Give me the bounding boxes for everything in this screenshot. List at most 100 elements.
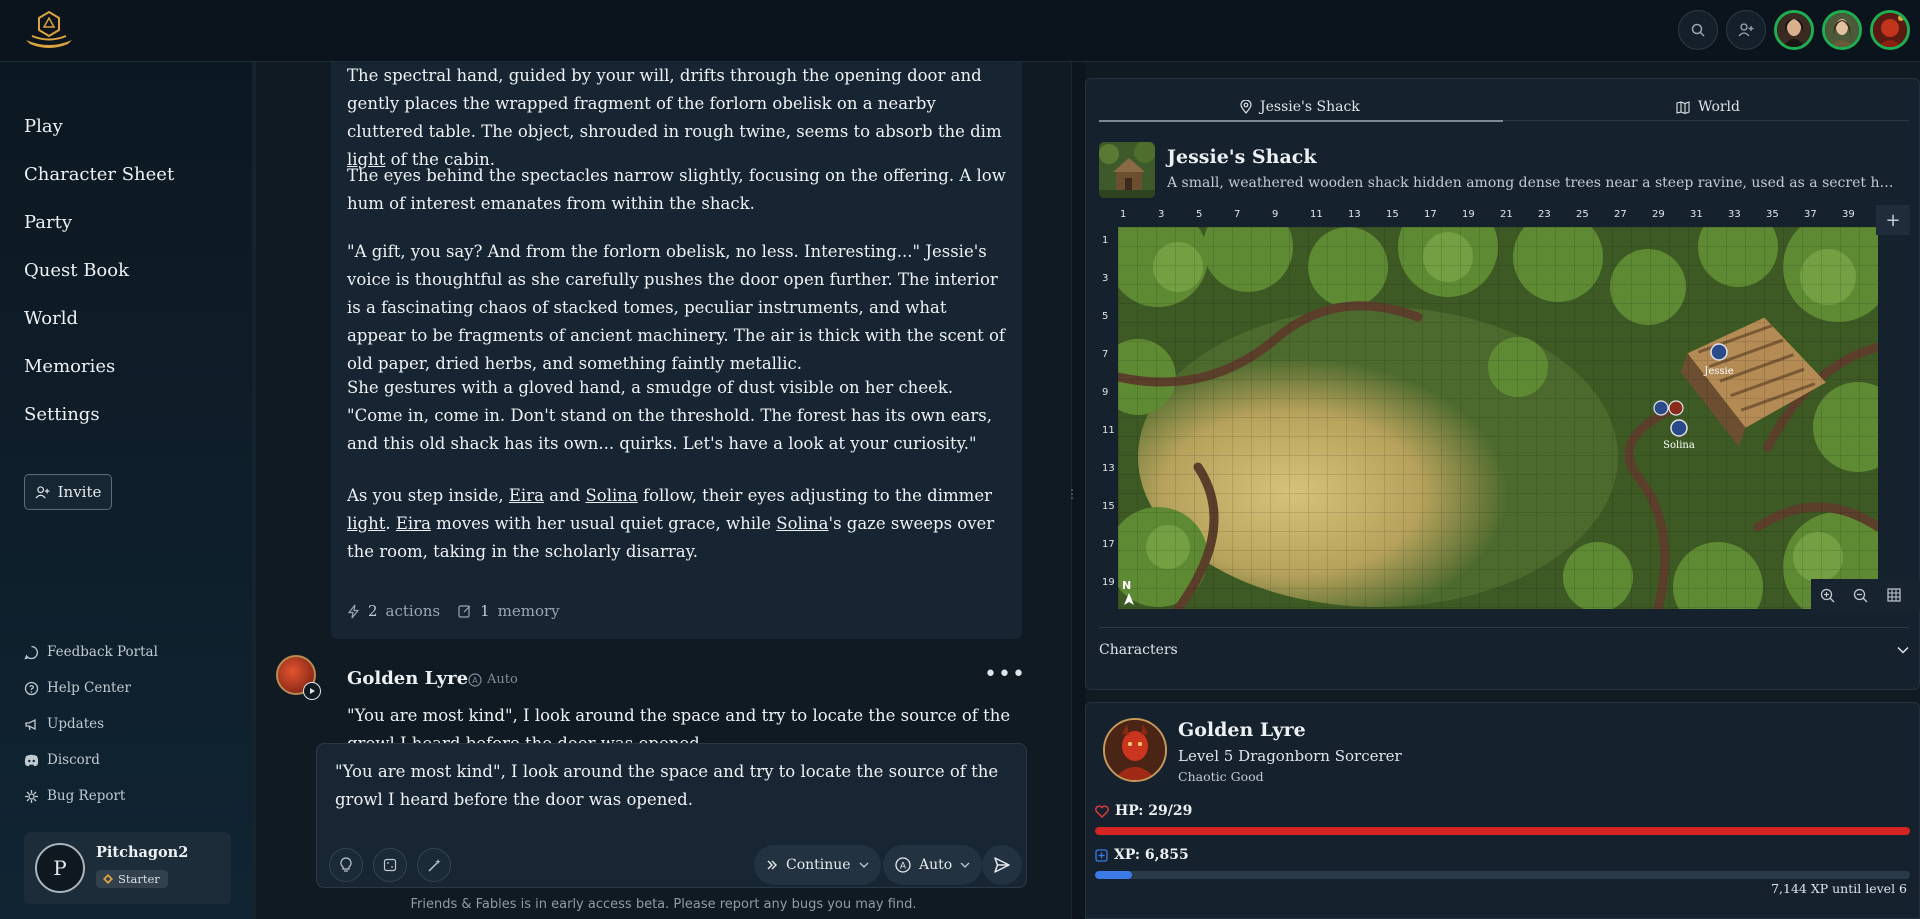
svg-text:A: A (472, 676, 478, 685)
party-avatar-1[interactable] (1774, 10, 1814, 50)
map-row-label: 5 (1102, 311, 1109, 322)
map-row-label: 11 (1102, 425, 1115, 436)
svg-text:Solina: Solina (1663, 440, 1695, 451)
help-circle-icon (24, 681, 39, 695)
compass-arrow-icon (1124, 593, 1134, 605)
nav-item-memories[interactable]: Memories (24, 356, 115, 377)
map-col-label: 7 (1234, 209, 1241, 220)
user-card[interactable]: P Pitchagon2 Starter (24, 832, 231, 904)
hp-bar (1095, 827, 1910, 835)
characters-accordion[interactable]: Characters (1099, 627, 1909, 671)
dice-logo-icon[interactable] (22, 10, 76, 50)
character-link-solina[interactable]: Solina (585, 486, 637, 505)
nav-item-world[interactable]: World (24, 308, 78, 329)
map-col-label: 39 (1842, 209, 1855, 220)
zoom-in-icon (1820, 588, 1835, 602)
nav-item-play[interactable]: Play (24, 116, 63, 137)
character-panel: Golden Lyre Level 5 Dragonborn Sorcerer … (1085, 702, 1920, 919)
resize-grip-icon[interactable]: ⋮ (1066, 487, 1078, 501)
add-map-button[interactable]: + (1876, 205, 1910, 235)
feedback-portal-link[interactable]: Feedback Portal (24, 644, 158, 660)
zoom-out-button[interactable] (1844, 579, 1877, 611)
nav-item-party[interactable]: Party (24, 212, 72, 233)
add-user-button[interactable] (1726, 10, 1766, 50)
character-link-solina[interactable]: Solina (776, 514, 828, 533)
grid-toggle-button[interactable] (1877, 579, 1910, 611)
chat-bubble-icon (24, 645, 38, 660)
dice-button[interactable] (373, 848, 407, 882)
nav-item-character-sheet[interactable]: Character Sheet (24, 164, 174, 185)
tab-world[interactable]: World (1676, 93, 1740, 121)
zoom-in-button[interactable] (1811, 579, 1844, 611)
hp-bar-fill (1095, 827, 1910, 835)
memory-toggle[interactable]: 1 memory (458, 602, 560, 620)
character-link-eira[interactable]: Eira (509, 486, 544, 505)
character-alignment: Chaotic Good (1178, 769, 1264, 784)
continue-button[interactable]: Continue (754, 845, 881, 885)
reply-mode: A Auto (468, 672, 518, 687)
magic-wand-button[interactable] (417, 848, 451, 882)
map-row-label: 7 (1102, 349, 1109, 360)
edit-note-icon (458, 605, 471, 618)
chevron-down-icon (960, 862, 970, 868)
actions-toggle[interactable]: 2 actions (347, 602, 440, 620)
search-button[interactable] (1678, 10, 1718, 50)
lightning-icon (347, 604, 360, 618)
map-row-label: 13 (1102, 463, 1115, 474)
map-col-label: 35 (1766, 209, 1779, 220)
map-col-label: 23 (1538, 209, 1551, 220)
zoom-out-icon (1853, 588, 1868, 602)
tab-location[interactable]: Jessie's Shack (1240, 93, 1360, 121)
add-user-icon (35, 485, 50, 498)
help-center-link[interactable]: Help Center (24, 680, 131, 696)
party-avatar-2[interactable] (1822, 10, 1862, 50)
tab-divider (1503, 120, 1909, 121)
map-icon (1676, 100, 1690, 114)
hp-label: HP: 29/29 (1095, 803, 1192, 819)
invite-button[interactable]: Invite (24, 474, 112, 510)
bug-icon (25, 789, 38, 803)
battle-map[interactable]: 1 3 5 7 9 11 13 15 17 19 21 23 25 27 29 31 33 35 37 39 1357… (1086, 205, 1920, 611)
map-col-label: 37 (1804, 209, 1817, 220)
add-user-icon (1738, 23, 1754, 37)
xp-bar-fill (1095, 871, 1132, 879)
party-avatar-3[interactable] (1870, 10, 1910, 50)
svg-text:Jessie: Jessie (1703, 366, 1733, 377)
map-col-label: 33 (1728, 209, 1741, 220)
double-chevron-right-icon (767, 860, 777, 870)
message-input[interactable]: "You are most kind", I look around the s… (335, 758, 1005, 814)
discord-icon (24, 754, 39, 766)
map-col-label: 9 (1272, 209, 1279, 220)
nav-item-settings[interactable]: Settings (24, 404, 100, 425)
map-terrain: Jessie Solina (1118, 227, 1878, 609)
sidebar: Play Character Sheet Party Quest Book Wo… (0, 62, 256, 919)
map-col-label: 31 (1690, 209, 1703, 220)
compass-label: N (1122, 579, 1132, 592)
map-col-label: 25 (1576, 209, 1589, 220)
location-description: A small, weathered wooden shack hidden a… (1167, 175, 1897, 191)
updates-link[interactable]: Updates (24, 716, 104, 732)
discord-link[interactable]: Discord (24, 752, 100, 768)
send-button[interactable] (982, 845, 1022, 885)
character-link-eira[interactable]: Eira (396, 514, 431, 533)
keyword-link[interactable]: light (347, 514, 385, 533)
character-portrait[interactable] (1103, 718, 1167, 782)
play-audio-button[interactable] (303, 682, 321, 700)
map-col-label: 5 (1196, 209, 1203, 220)
nav-item-quest-book[interactable]: Quest Book (24, 260, 129, 281)
map-row-label: 17 (1102, 539, 1115, 550)
map-col-label: 19 (1462, 209, 1475, 220)
message-paragraph: The spectral hand, guided by your will, … (347, 66, 1002, 169)
mode-select[interactable]: A Auto (883, 845, 983, 885)
more-options-icon[interactable]: ••• (984, 662, 1026, 687)
diamond-icon (103, 874, 113, 884)
map-image[interactable]: Jessie Solina (1118, 227, 1878, 609)
map-col-label: 17 (1424, 209, 1437, 220)
svg-text:A: A (900, 862, 907, 872)
xp-bar (1095, 871, 1910, 879)
map-col-label: 29 (1652, 209, 1665, 220)
chevron-down-icon (859, 862, 869, 868)
bug-report-link[interactable]: Bug Report (24, 788, 125, 804)
idea-button[interactable] (329, 848, 363, 882)
lightbulb-icon (340, 857, 352, 872)
